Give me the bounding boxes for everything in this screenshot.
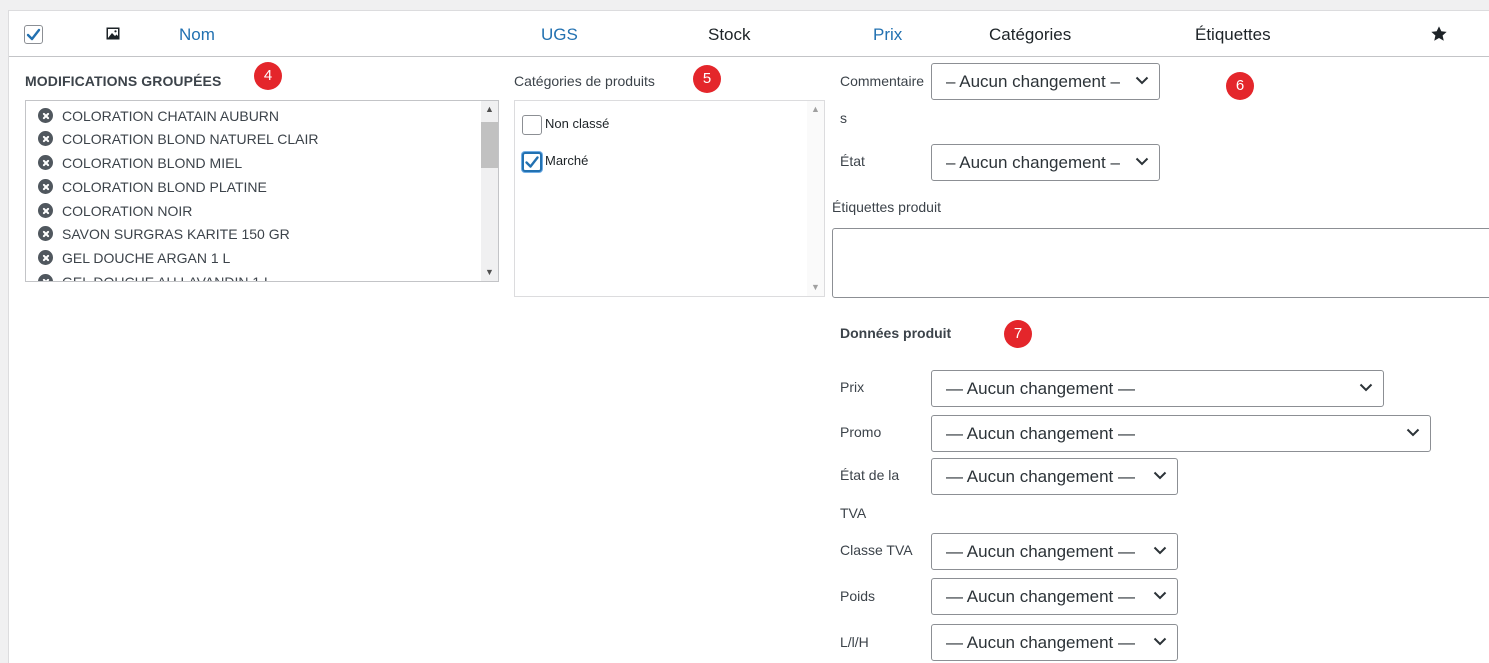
- column-sku[interactable]: UGS: [541, 25, 578, 45]
- list-item-label: COLORATION BLOND MIEL: [62, 155, 243, 171]
- state-select[interactable]: – Aucun changement –: [931, 144, 1160, 181]
- column-name[interactable]: Nom: [179, 25, 215, 45]
- select-all-checkbox[interactable]: [24, 25, 43, 44]
- list-item[interactable]: COLORATION CHATAIN AUBURN: [38, 105, 279, 127]
- remove-icon[interactable]: [38, 131, 53, 146]
- step-badge-4: 4: [254, 62, 282, 90]
- tax-status-label: État de la: [840, 467, 900, 483]
- category-checkbox-marche[interactable]: [522, 152, 542, 172]
- categories-checklist: Non classé Marché ▲ ▼: [514, 100, 825, 297]
- remove-icon[interactable]: [38, 155, 53, 170]
- star-icon[interactable]: [1430, 25, 1448, 43]
- dimensions-label: L/l/H: [840, 634, 869, 650]
- product-tags-label: Étiquettes produit: [832, 199, 941, 215]
- column-categories: Catégories: [989, 25, 1072, 44]
- bulk-edit-panel: Nom UGS Stock Prix Catégories Étiquettes…: [8, 10, 1489, 663]
- comments-label-wrap: s: [840, 110, 847, 126]
- list-item-label: COLORATION NOIR: [62, 203, 193, 219]
- price-label: Prix: [840, 379, 865, 395]
- remove-icon[interactable]: [38, 226, 53, 241]
- list-item[interactable]: COLORATION NOIR: [38, 200, 192, 222]
- tax-status-label-wrap: TVA: [840, 505, 867, 521]
- tax-status-select[interactable]: — Aucun changement —: [931, 458, 1178, 495]
- scroll-down-icon[interactable]: ▼: [807, 279, 824, 296]
- table-header: Nom UGS Stock Prix Catégories Étiquettes: [9, 11, 1489, 57]
- list-item[interactable]: COLORATION BLOND MIEL: [38, 152, 242, 174]
- remove-icon[interactable]: [38, 108, 53, 123]
- remove-icon[interactable]: [38, 250, 53, 265]
- list-item[interactable]: COLORATION BLOND PLATINE: [38, 176, 267, 198]
- checkmark-icon: [525, 156, 539, 168]
- comments-label: Commentaire: [840, 73, 925, 89]
- chevron-down-icon: [1153, 546, 1167, 555]
- dimensions-select[interactable]: — Aucun changement —: [931, 624, 1178, 661]
- chevron-down-icon: [1153, 637, 1167, 646]
- category-checkbox-non-classe[interactable]: [522, 115, 542, 135]
- scroll-up-icon[interactable]: ▲: [481, 101, 498, 118]
- tax-status-select-value: — Aucun changement —: [946, 467, 1136, 486]
- remove-icon[interactable]: [38, 203, 53, 218]
- weight-label: Poids: [840, 588, 876, 604]
- image-icon: [106, 27, 120, 40]
- list-item-label: GEL DOUCHE ARGAN 1 L: [62, 250, 231, 266]
- categories-title: Catégories de produits: [514, 73, 655, 89]
- promo-select[interactable]: — Aucun changement —: [931, 415, 1431, 452]
- chevron-down-icon: [1153, 471, 1167, 480]
- list-item-label: GEL DOUCHE AU LAVANDIN 1 L: [62, 274, 272, 282]
- product-data-title: Données produit: [840, 325, 952, 341]
- comments-select[interactable]: – Aucun changement –: [931, 63, 1160, 100]
- price-select-value: — Aucun changement —: [946, 379, 1136, 398]
- checkmark-icon: [26, 28, 41, 41]
- dimensions-select-value: — Aucun changement —: [946, 633, 1136, 652]
- state-select-value: – Aucun changement –: [946, 153, 1120, 172]
- category-label: Marché: [545, 153, 589, 168]
- selected-products-list[interactable]: COLORATION CHATAIN AUBURN COLORATION BLO…: [25, 100, 499, 282]
- promo-select-value: — Aucun changement —: [946, 424, 1136, 443]
- product-tags-textarea[interactable]: [832, 228, 1489, 298]
- tax-class-label: Classe TVA: [840, 542, 913, 558]
- chevron-down-icon: [1135, 76, 1149, 85]
- price-select[interactable]: — Aucun changement —: [931, 370, 1384, 407]
- tax-class-select-value: — Aucun changement —: [946, 542, 1136, 561]
- list-item[interactable]: SAVON SURGRAS KARITE 150 GR: [38, 223, 290, 245]
- chevron-down-icon: [1406, 428, 1420, 437]
- scrollbar-thumb[interactable]: [481, 122, 498, 168]
- step-badge-7: 7: [1004, 320, 1032, 348]
- step-badge-6: 6: [1226, 72, 1254, 100]
- step-badge-5: 5: [693, 65, 721, 93]
- list-item-label: COLORATION BLOND PLATINE: [62, 179, 267, 195]
- promo-label: Promo: [840, 424, 882, 440]
- bulk-edit-title: MODIFICATIONS GROUPÉES: [25, 73, 222, 89]
- list-item[interactable]: COLORATION BLOND NATUREL CLAIR: [38, 128, 318, 150]
- column-stock: Stock: [708, 25, 751, 44]
- remove-icon[interactable]: [38, 179, 53, 194]
- list-item-label: COLORATION CHATAIN AUBURN: [62, 108, 280, 124]
- state-label: État: [840, 153, 865, 169]
- chevron-down-icon: [1359, 383, 1373, 392]
- comments-select-value: – Aucun changement –: [946, 72, 1120, 91]
- list-item[interactable]: GEL DOUCHE AU LAVANDIN 1 L: [38, 271, 272, 282]
- list-scrollbar[interactable]: ▲ ▼: [481, 101, 498, 281]
- categories-scrollbar[interactable]: ▲ ▼: [807, 101, 824, 296]
- list-item-label: COLORATION BLOND NATUREL CLAIR: [62, 131, 319, 147]
- list-item[interactable]: GEL DOUCHE ARGAN 1 L: [38, 247, 230, 269]
- column-price[interactable]: Prix: [873, 25, 902, 45]
- scroll-down-icon[interactable]: ▼: [481, 264, 498, 281]
- column-tags: Étiquettes: [1195, 25, 1271, 44]
- weight-select[interactable]: — Aucun changement —: [931, 578, 1178, 615]
- weight-select-value: — Aucun changement —: [946, 587, 1136, 606]
- remove-icon[interactable]: [38, 274, 53, 281]
- chevron-down-icon: [1153, 591, 1167, 600]
- chevron-down-icon: [1135, 157, 1149, 166]
- scroll-up-icon[interactable]: ▲: [807, 101, 824, 118]
- category-label: Non classé: [545, 116, 610, 131]
- tax-class-select[interactable]: — Aucun changement —: [931, 533, 1178, 570]
- list-item-label: SAVON SURGRAS KARITE 150 GR: [62, 226, 290, 242]
